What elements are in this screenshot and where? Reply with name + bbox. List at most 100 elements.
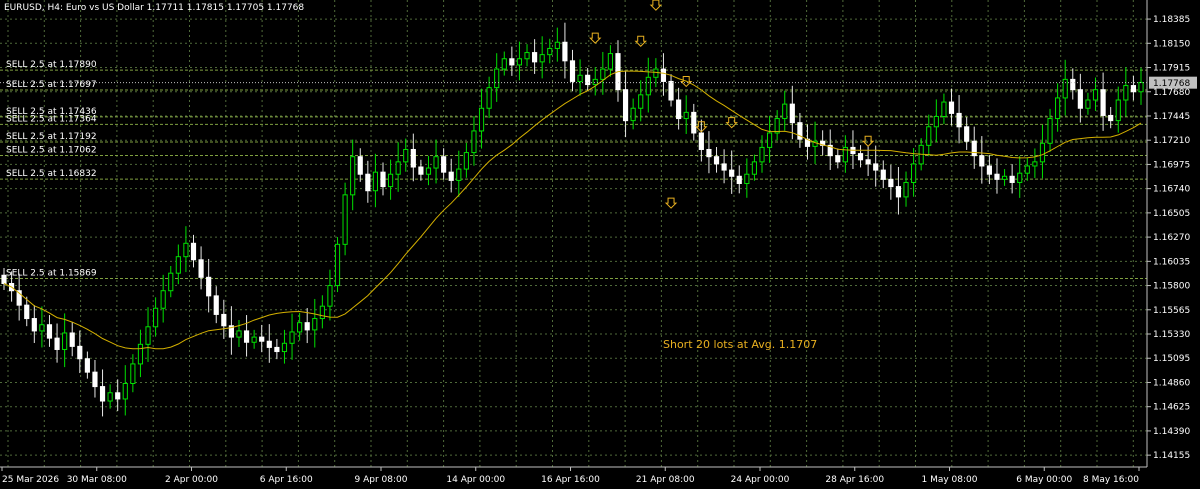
candle-body bbox=[1130, 85, 1137, 93]
candle-body bbox=[873, 163, 879, 171]
candle-body bbox=[721, 163, 727, 171]
sell-order-label: SELL 2.5 at 1.17192 bbox=[6, 132, 97, 142]
candle-body bbox=[39, 324, 45, 332]
candle-body bbox=[1100, 89, 1106, 116]
time-tick-label: 2 Apr 00:00 bbox=[165, 475, 218, 485]
candle-body bbox=[835, 155, 841, 163]
candle-body bbox=[660, 68, 667, 82]
candle-body bbox=[766, 132, 773, 148]
candle-body bbox=[190, 242, 197, 261]
candle-body bbox=[221, 313, 227, 327]
chart-background bbox=[0, 0, 1200, 489]
candle-body bbox=[168, 272, 174, 292]
candle-body bbox=[964, 126, 970, 142]
candle-body bbox=[92, 371, 98, 388]
price-tick-label: 1.17445 bbox=[1153, 112, 1190, 122]
chart-header: EURUSD, H4: Euro vs US Dollar 1.17711 1.… bbox=[4, 3, 304, 13]
candle-body bbox=[463, 152, 469, 170]
price-tick-label: 1.17210 bbox=[1153, 136, 1190, 146]
candle-body bbox=[130, 363, 136, 384]
candle-body bbox=[888, 178, 894, 188]
candle-body bbox=[569, 60, 576, 82]
candle-body bbox=[387, 173, 394, 188]
candle-body bbox=[365, 173, 371, 192]
price-tick-label: 1.18150 bbox=[1153, 39, 1190, 49]
candle-body bbox=[994, 173, 1000, 180]
candle-body bbox=[751, 161, 758, 175]
time-tick-label: 24 Apr 00:00 bbox=[731, 475, 790, 485]
candle-body bbox=[46, 324, 53, 339]
candle-body bbox=[84, 358, 90, 373]
candle-body bbox=[410, 148, 416, 168]
candle-body bbox=[638, 94, 644, 109]
candle-body bbox=[1115, 99, 1121, 122]
candle-body bbox=[645, 76, 651, 96]
candle-body bbox=[115, 392, 121, 400]
candle-body bbox=[357, 156, 363, 175]
candle-body bbox=[865, 159, 871, 165]
sell-order-label: SELL 2.5 at 1.16832 bbox=[6, 169, 97, 179]
position-annotation: Short 20 lots at Avg. 1.1707 bbox=[663, 338, 817, 351]
candle-body bbox=[259, 336, 265, 342]
candle-body bbox=[372, 171, 379, 192]
time-tick-label: 30 Mar 08:00 bbox=[67, 475, 127, 485]
candle-body bbox=[895, 186, 902, 198]
candle-body bbox=[562, 41, 568, 62]
time-tick-label: 16 Apr 16:00 bbox=[541, 475, 600, 485]
price-tick-label: 1.14625 bbox=[1153, 403, 1190, 413]
time-tick-label: 1 May 08:00 bbox=[922, 475, 978, 485]
candle-body bbox=[350, 156, 356, 196]
candle-body bbox=[251, 336, 257, 343]
time-tick-label: 9 Apr 08:00 bbox=[355, 475, 408, 485]
candle-body bbox=[607, 53, 613, 70]
candle-body bbox=[683, 111, 689, 120]
candle-body bbox=[532, 52, 538, 63]
candle-body bbox=[1039, 142, 1046, 163]
candle-body bbox=[1001, 175, 1008, 180]
candle-body bbox=[1108, 114, 1114, 122]
price-tick-label: 1.15095 bbox=[1153, 354, 1190, 364]
candle-body bbox=[175, 256, 181, 274]
candle-body bbox=[706, 148, 712, 158]
candle-body bbox=[789, 103, 795, 124]
candle-body bbox=[312, 318, 318, 331]
candle-body bbox=[122, 382, 128, 400]
candle-body bbox=[554, 41, 560, 49]
candle-body bbox=[782, 103, 788, 120]
candle-body bbox=[880, 169, 886, 180]
candle-body bbox=[1047, 118, 1053, 144]
candle-body bbox=[622, 89, 629, 122]
candle-body bbox=[448, 171, 454, 181]
candle-body bbox=[539, 54, 545, 63]
sell-order-label: SELL 2.5 at 1.17364 bbox=[6, 114, 97, 124]
sell-order-label: SELL 2.5 at 1.17697 bbox=[6, 80, 97, 90]
candle-body bbox=[676, 99, 682, 120]
price-tick-label: 1.14860 bbox=[1153, 378, 1190, 388]
candle-body bbox=[986, 165, 992, 175]
candle-body bbox=[911, 163, 917, 183]
candle-body bbox=[395, 161, 401, 175]
candle-body bbox=[145, 326, 151, 345]
candle-body bbox=[471, 130, 477, 154]
candle-body bbox=[54, 337, 60, 350]
candle-body bbox=[236, 330, 242, 338]
candle-body bbox=[478, 107, 485, 132]
candle-body bbox=[1085, 99, 1091, 109]
price-tick-label: 1.16505 bbox=[1153, 209, 1190, 219]
time-tick-label: 6 Apr 16:00 bbox=[260, 475, 313, 485]
time-tick-label: 14 Apr 00:00 bbox=[446, 475, 505, 485]
price-tick-label: 1.14390 bbox=[1153, 427, 1190, 437]
price-tick-label: 1.17680 bbox=[1153, 88, 1190, 98]
candle-body bbox=[274, 346, 280, 353]
candle-body bbox=[744, 173, 750, 185]
candle-body bbox=[1017, 172, 1023, 183]
candle-body bbox=[297, 322, 303, 333]
candle-body bbox=[418, 166, 424, 175]
candle-body bbox=[494, 68, 500, 89]
time-tick-label: 6 May 00:00 bbox=[1016, 475, 1072, 485]
candle-body bbox=[1077, 89, 1083, 109]
candle-body bbox=[713, 156, 720, 165]
candle-body bbox=[948, 101, 955, 114]
candle-body bbox=[585, 74, 591, 86]
price-tick-label: 1.17915 bbox=[1153, 64, 1190, 74]
